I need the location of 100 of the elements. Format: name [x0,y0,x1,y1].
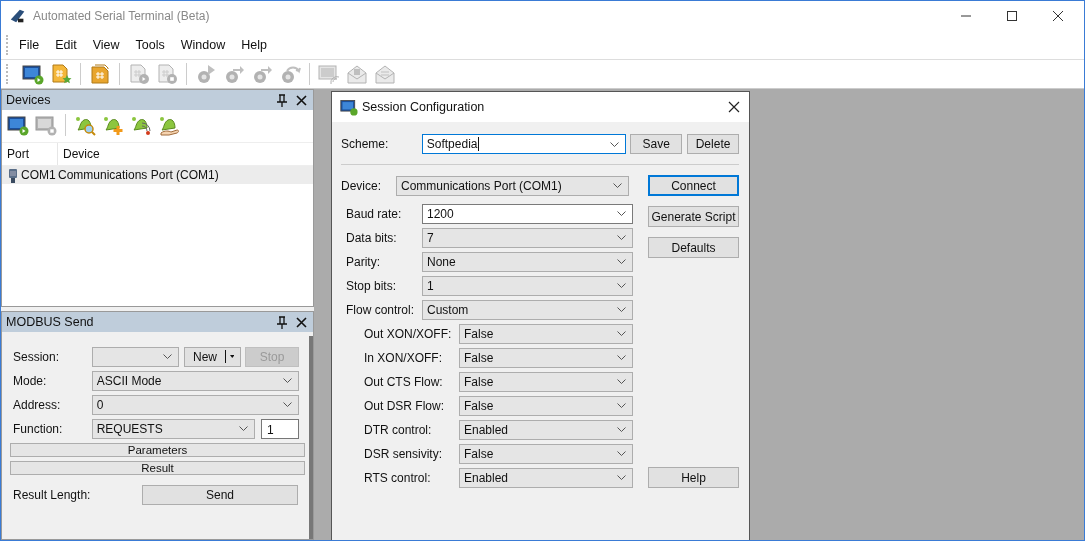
count-field[interactable]: 1 [261,418,299,439]
dropdown[interactable]: Custom [422,299,633,320]
chevron-icon [617,259,626,264]
dropdown[interactable]: False [459,347,633,368]
menu-item[interactable]: Window [180,36,226,54]
chevron-icon [617,211,626,216]
field-label: Result Length: [13,487,92,502]
scrollbar[interactable] [309,336,313,539]
field-label: Data bits: [346,230,398,245]
bell-hand-icon[interactable] [158,114,180,136]
field-label: Function: [13,421,64,436]
field-label: Mode: [13,373,48,388]
chevron-icon [613,183,622,188]
bell-search-icon[interactable] [74,114,96,136]
monitor-play-icon [340,98,358,116]
pin-icon[interactable] [276,93,288,107]
dropdown[interactable]: False [459,443,633,464]
dropdown[interactable]: Enabled [459,419,633,440]
menu-item[interactable]: View [92,36,120,54]
dialog-button[interactable]: Generate Script [648,206,739,227]
dropdown[interactable]: False [459,395,633,416]
dialog-button[interactable]: Delete [687,134,739,154]
script-icon[interactable] [89,63,111,85]
monitor-play-icon[interactable] [22,63,44,85]
serial-port-icon [8,167,18,183]
pin-icon[interactable] [276,315,288,329]
chevron-icon [610,141,620,147]
dropdown[interactable]: 1 [422,275,633,296]
chevron-icon [617,283,626,288]
session-dropdown[interactable] [92,346,179,367]
column-header[interactable]: Device [58,147,100,161]
field-label: DSR sensivity: [364,446,444,461]
field-label: Scheme: [341,137,390,151]
chevron-icon [239,426,249,431]
field-label: In XON/XOFF: [364,350,443,365]
app-icon [9,7,27,25]
dropdown[interactable]: False [459,371,633,392]
panel-title: Devices [6,93,51,107]
dropdown[interactable]: Enabled [459,467,633,488]
menu-item[interactable]: File [19,36,40,54]
bell-plus-icon[interactable] [102,114,124,136]
dropdown[interactable]: 7 [422,227,633,248]
chevron-icon [163,354,172,359]
maximize-icon[interactable] [1006,10,1018,22]
dialog-title: Session Configuration [362,100,485,114]
new-split-button[interactable]: New [184,346,241,367]
dropdown[interactable]: ASCII Mode [91,370,299,391]
field-label: Session: [13,349,61,364]
field-label: Baud rate: [346,206,403,221]
dialog-button[interactable]: Defaults [648,237,739,258]
scheme-combo-field[interactable]: Softpedia [421,134,627,154]
monitor-play-icon[interactable] [7,114,29,136]
help-button[interactable]: Help [648,467,739,488]
close-icon[interactable] [1052,10,1064,22]
dropdown[interactable]: 0 [91,394,299,415]
dropdown[interactable]: False [459,323,633,344]
field-label: Out DSR Flow: [364,398,445,413]
dropdown-arrow-icon [229,354,234,359]
chevron-icon [617,235,626,240]
close-icon[interactable] [728,101,740,113]
chevron-icon [617,307,626,312]
close-icon[interactable] [296,316,307,328]
field-label: Stop bits: [346,278,398,293]
chevron-icon [283,378,292,383]
field-label: Flow control: [346,302,416,317]
table-cell: Communications Port (COM1) [58,168,219,182]
chevron-icon [617,355,626,360]
menu-item[interactable]: Help [241,36,267,54]
chevron-icon [617,427,626,432]
menu-item[interactable]: Tools [135,36,165,54]
table-cell: COM1 [21,168,55,182]
dropdown[interactable]: REQUESTS [91,418,256,439]
dropdown[interactable]: 1200 [422,203,633,224]
chevron-icon [617,379,626,384]
chevron-icon [617,451,626,456]
field-label: Out XON/XOFF: [364,326,453,341]
panel-title: MODBUS Send [6,315,94,329]
window-title: Automated Serial Terminal (Beta) [33,9,210,23]
chevron-icon [617,475,626,480]
field-label: RTS control: [364,470,432,485]
collapsible-group-header[interactable]: Result [10,461,305,475]
chevron-icon [617,403,626,408]
script-new-icon[interactable] [50,63,72,85]
menu-item[interactable]: Edit [55,36,77,54]
dialog-button[interactable]: Connect [648,175,739,196]
close-icon[interactable] [296,94,307,106]
field-label: Address: [13,397,62,412]
send-button[interactable]: Send [142,484,298,505]
collapsible-group-header[interactable]: Parameters [10,443,305,457]
field-label: Device: [341,178,382,193]
field-label: Parity: [346,254,381,269]
field-label: DTR control: [364,422,433,437]
dropdown[interactable]: None [422,251,633,272]
dialog-button[interactable]: Save [630,134,683,154]
field-label: Out CTS Flow: [364,374,444,389]
device-row[interactable]: COM1 Communications Port (COM1) [2,166,313,184]
chevron-icon [283,402,292,407]
column-header[interactable]: Port [2,143,58,165]
bell-signal-icon[interactable] [130,114,152,136]
device-dropdown[interactable]: Communications Port (COM1) [396,175,629,196]
